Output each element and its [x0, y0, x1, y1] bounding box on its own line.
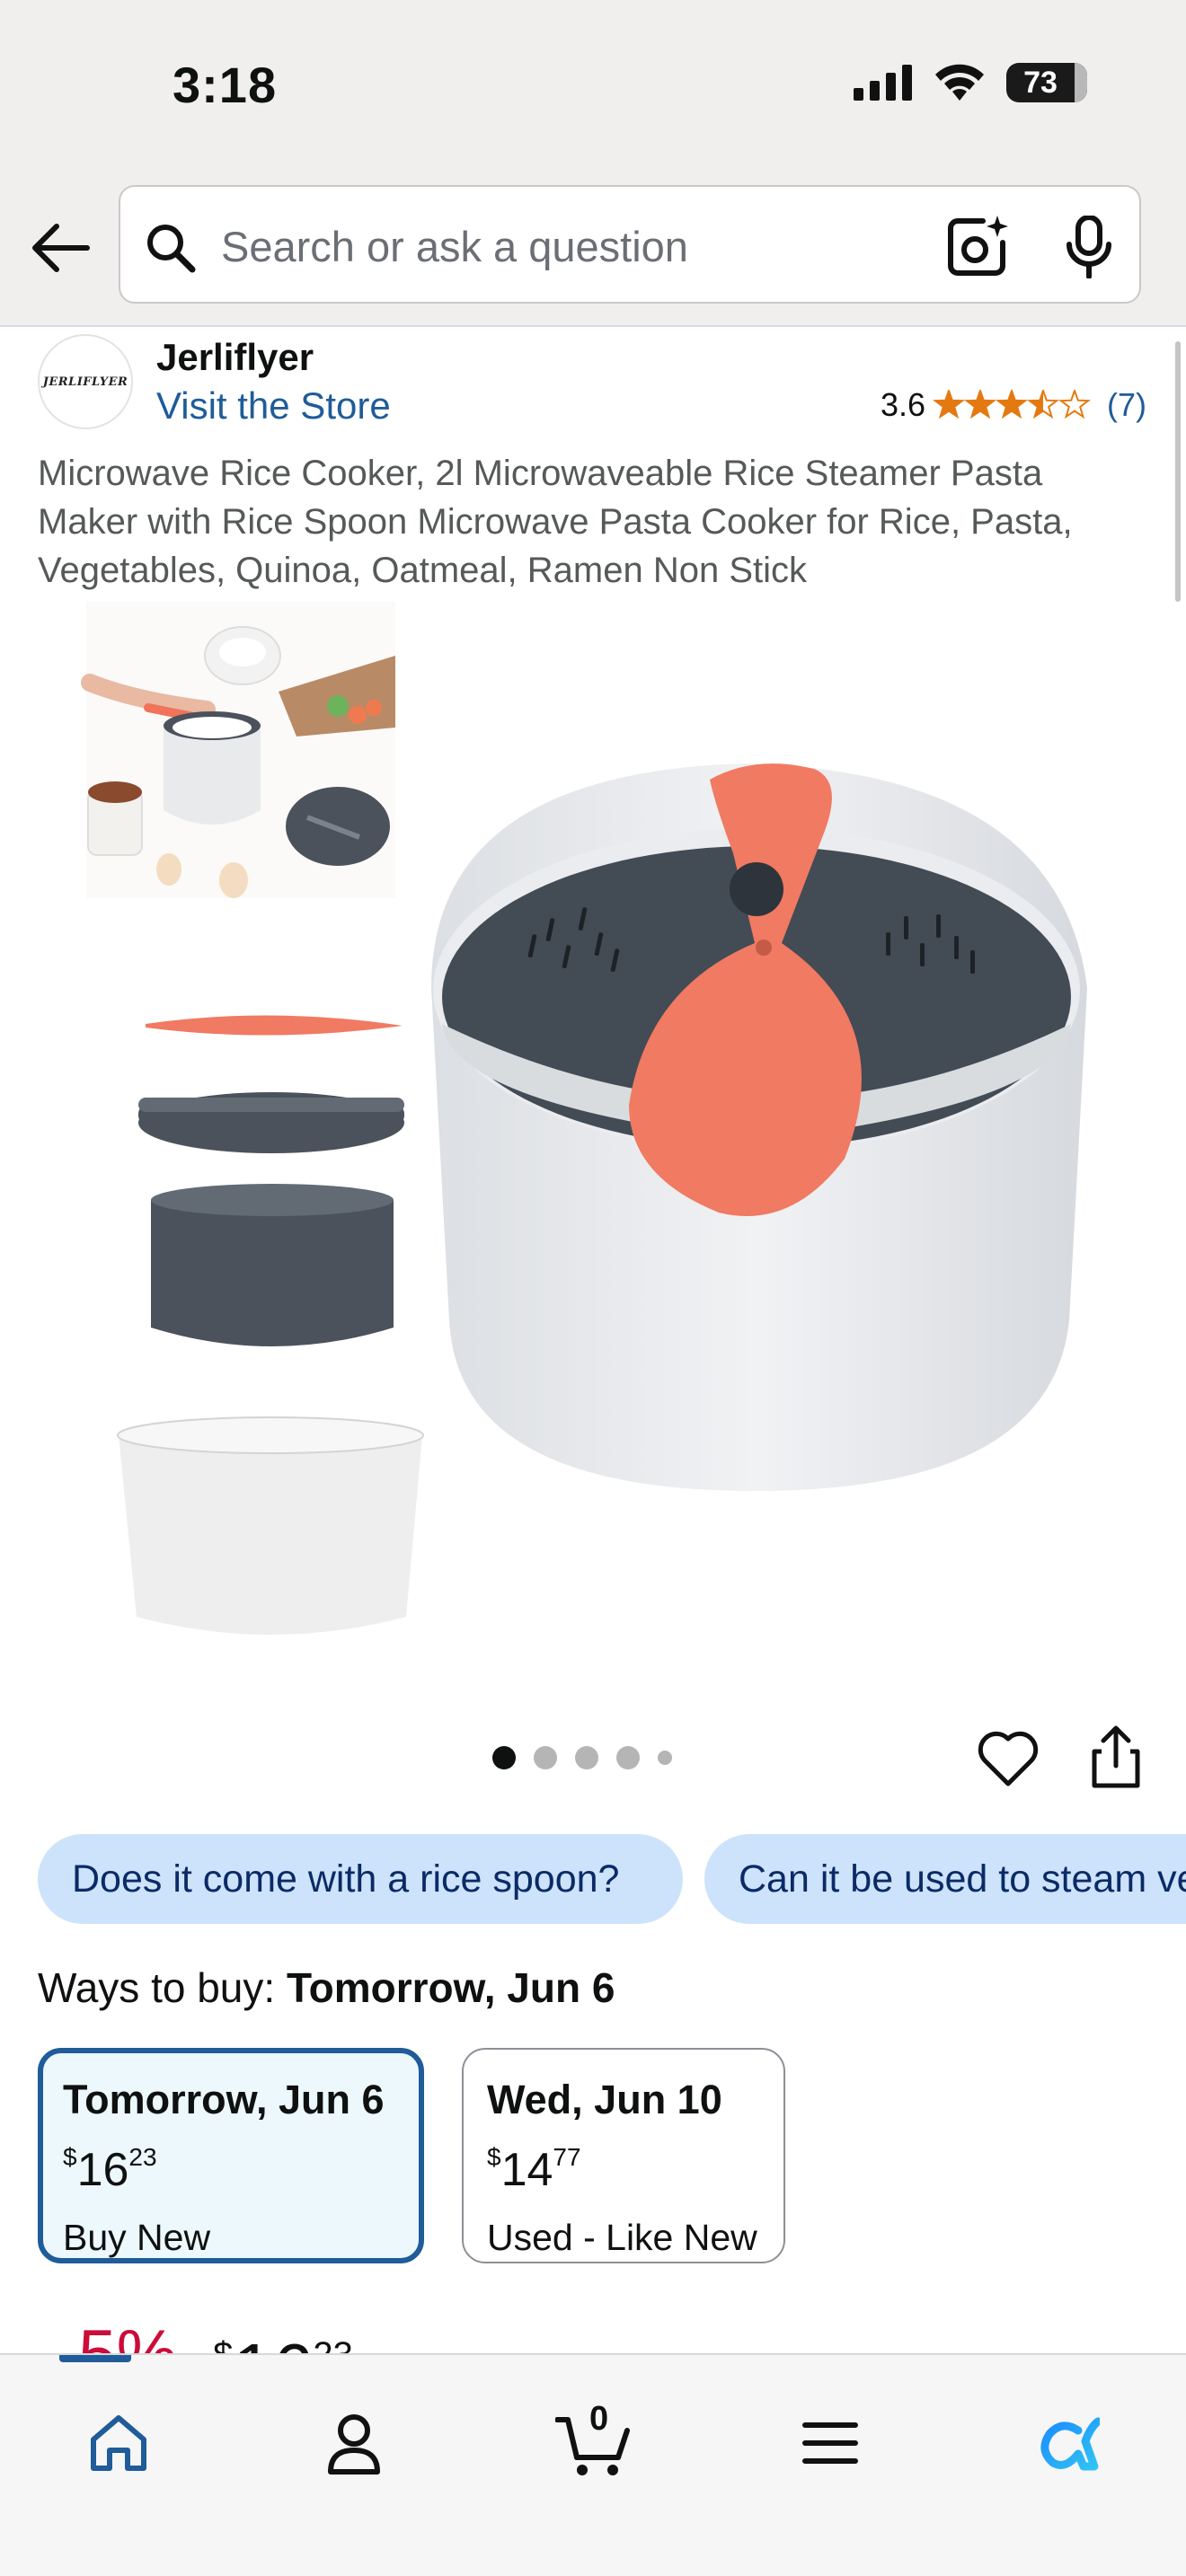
image-carousel-dots[interactable] — [492, 1746, 672, 1769]
buy-option-date: Tomorrow, Jun 6 — [63, 2077, 385, 2122]
bottom-nav: 0 — [0, 2353, 1186, 2576]
question-chip[interactable]: Can it be used to steam vegetables? — [704, 1834, 1186, 1924]
store-logo[interactable]: JERLIFLYER — [38, 334, 133, 429]
carousel-dot[interactable] — [658, 1751, 672, 1765]
carousel-dot[interactable] — [616, 1746, 640, 1769]
nav-rufus-assistant[interactable] — [1030, 2405, 1105, 2481]
person-icon — [328, 2414, 380, 2475]
brand-name: Jerliflyer — [156, 336, 314, 378]
home-icon — [91, 2415, 146, 2471]
nav-account[interactable] — [316, 2405, 392, 2481]
main-pot-image — [431, 763, 1087, 1491]
rating-summary[interactable]: 3.6 (7) — [881, 386, 1146, 424]
carousel-dot[interactable] — [492, 1746, 516, 1769]
rating-star — [1026, 390, 1060, 419]
camera-search-icon[interactable] — [945, 214, 1012, 280]
question-chip[interactable]: Does it come with a rice spoon? — [38, 1834, 683, 1924]
rating-star — [963, 390, 997, 419]
status-time: 3:18 — [173, 57, 278, 113]
carousel-dot[interactable] — [534, 1746, 557, 1769]
rufus-assistant-icon — [1040, 2417, 1100, 2471]
nav-home[interactable] — [81, 2405, 156, 2481]
buy-option-used[interactable]: Wed, Jun 10 $1477 Used - Like New — [462, 2048, 785, 2263]
wifi-icon — [935, 64, 984, 101]
search-input[interactable] — [221, 212, 994, 280]
status-icons: 73 — [854, 63, 1087, 102]
battery-indicator: 73 — [1006, 63, 1087, 102]
microphone-icon[interactable] — [1064, 216, 1114, 278]
buy-option-price: $1623 — [63, 2143, 157, 2196]
rating-star — [995, 390, 1029, 419]
visit-store-link[interactable]: Visit the Store — [156, 384, 391, 428]
buy-option-condition: Used - Like New — [487, 2217, 757, 2258]
buy-option-condition: Buy New — [63, 2217, 211, 2258]
active-tab-indicator — [59, 2355, 131, 2362]
menu-icon — [802, 2422, 858, 2464]
store-logo-text: JERLIFLYER — [42, 375, 128, 389]
ways-to-buy-header: Ways to buy: Tomorrow, Jun 6 — [38, 1963, 615, 2012]
battery-level: 73 — [1023, 66, 1058, 100]
scroll-indicator[interactable] — [1175, 341, 1181, 602]
back-button[interactable] — [25, 214, 93, 282]
product-image[interactable] — [72, 602, 1132, 1680]
rating-star — [1058, 390, 1091, 419]
ways-to-buy-label: Ways to buy: — [38, 1964, 276, 2011]
buy-option-new[interactable]: Tomorrow, Jun 6 $1623 Buy New — [38, 2048, 424, 2263]
signal-icon — [854, 65, 912, 101]
back-arrow-icon — [32, 224, 90, 272]
wishlist-heart-icon[interactable] — [976, 1726, 1040, 1791]
buy-option-price: $1477 — [487, 2143, 581, 2196]
buy-option-date: Wed, Jun 10 — [487, 2077, 722, 2122]
nav-menu[interactable] — [792, 2405, 868, 2481]
ways-to-buy-selected: Tomorrow, Jun 6 — [286, 1964, 615, 2011]
exploded-parts-image — [117, 1015, 424, 1635]
rating-value: 3.6 — [880, 386, 925, 423]
rating-star — [933, 390, 966, 419]
cart-count-badge: 0 — [589, 2400, 609, 2438]
star-rating-icon — [933, 390, 1091, 419]
header: 3:18 73 — [0, 0, 1186, 327]
nav-cart[interactable]: 0 — [555, 2400, 631, 2481]
review-count-link[interactable]: (7) — [1107, 386, 1146, 424]
carousel-dot[interactable] — [575, 1746, 598, 1769]
lifestyle-inset-image — [81, 602, 395, 898]
product-title: Microwave Rice Cooker, 2l Microwaveable … — [38, 454, 1073, 590]
product-page: 3:18 73 Search or ask a question JERLIFL… — [0, 0, 1186, 2576]
share-icon[interactable] — [1084, 1723, 1148, 1791]
search-bar[interactable] — [119, 185, 1141, 304]
search-icon — [147, 225, 196, 273]
